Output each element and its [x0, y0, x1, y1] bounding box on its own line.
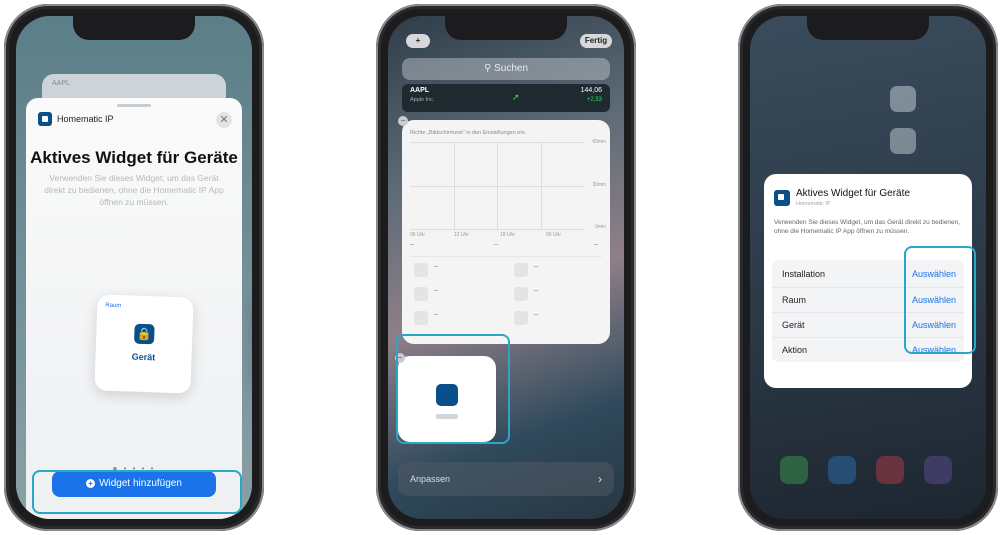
dock-icon-blur: [924, 456, 952, 484]
x-label: 18 Uhr: [500, 232, 516, 238]
remove-widget-icon[interactable]: −: [398, 116, 408, 126]
app-usage-list: -- -- -- -- -- --: [410, 256, 602, 337]
usage-dash: --: [534, 288, 538, 294]
x-label: 12 Uhr: [454, 232, 470, 238]
stock-sparkline-icon: ➚: [512, 92, 520, 102]
widget-gallery-sheet: Homematic IP ✕ Aktives Widget für Geräte…: [26, 98, 242, 519]
app-placeholder-icon: [414, 287, 428, 301]
add-widget-plus-button[interactable]: +: [406, 34, 430, 48]
row-label: Aktion: [782, 345, 808, 355]
dock-icon-blur: [780, 456, 808, 484]
customize-label: Anpassen: [410, 474, 451, 484]
usage-dash: --: [434, 288, 438, 294]
stock-symbol: AAPL: [410, 87, 430, 94]
y-label: 0min: [595, 224, 606, 230]
card-room-label: Raum: [105, 302, 122, 310]
card-device-label: Gerät: [131, 351, 156, 363]
widget-preview-card[interactable]: Raum 🔒 Gerät: [94, 294, 194, 394]
notch: [445, 16, 567, 40]
graph-area: [410, 142, 584, 230]
x-label: 00 Uhr: [546, 232, 562, 238]
done-button[interactable]: Fertig: [580, 34, 612, 48]
lock-icon: 🔒: [134, 323, 155, 345]
highlight-select-buttons: [904, 246, 976, 354]
dock-icon-blur: [876, 456, 904, 484]
placeholder-dash: --: [594, 242, 598, 248]
placeholder-dash: --: [410, 242, 414, 248]
close-button[interactable]: ✕: [216, 112, 232, 128]
y-label: 30min: [592, 182, 606, 188]
grid-line: [453, 143, 455, 229]
chevron-right-icon: ›: [598, 472, 602, 486]
app-placeholder-icon: [414, 263, 428, 277]
placeholder-dash: --: [494, 242, 498, 248]
dialog-subtitle: Homematic IP: [796, 201, 831, 207]
usage-dash: --: [534, 312, 538, 318]
dialog-title: Aktives Widget für Geräte: [796, 188, 910, 199]
app-placeholder-icon: [514, 263, 528, 277]
dock-icon-blur: [828, 456, 856, 484]
app-name: Homematic IP: [57, 114, 114, 124]
grid-line: [540, 143, 542, 229]
row-label: Raum: [782, 295, 807, 305]
usage-dash: --: [434, 264, 438, 270]
usage-dash: --: [534, 264, 538, 270]
phone-configure-widget: Aktives Widget für Geräte Homematic IP V…: [738, 4, 998, 531]
search-placeholder: Suchen: [494, 63, 529, 74]
stock-price: 144,06: [580, 87, 602, 94]
app-placeholder-icon: [514, 287, 528, 301]
customize-button[interactable]: Anpassen ›: [398, 462, 614, 496]
highlight-add-button: [32, 470, 242, 514]
dialog-description: Verwenden Sie dieses Widget, um das Gerä…: [774, 219, 961, 235]
phone-add-widget: AAPL Homematic IP ✕ Aktives Widget für G…: [4, 4, 264, 531]
stocks-widget[interactable]: AAPL Apple Inc. ➚ 144,06 +2,53: [402, 84, 610, 112]
homematic-app-icon: [774, 190, 790, 206]
usage-dash: --: [434, 312, 438, 318]
home-icon-blur: [890, 128, 916, 154]
peek-text: AAPL: [52, 80, 70, 87]
graph-note: Richte „Bildschirmzeit“ in den Einstellu…: [410, 130, 527, 136]
stock-change: +2,53: [586, 97, 602, 103]
stock-company: Apple Inc.: [410, 97, 435, 103]
row-label: Gerät: [782, 320, 805, 330]
row-label: Installation: [782, 269, 826, 279]
x-label: 06 Uhr: [410, 232, 426, 238]
phone-screen: AAPL Homematic IP ✕ Aktives Widget für G…: [16, 16, 252, 519]
app-placeholder-icon: [414, 311, 428, 325]
search-input[interactable]: ⚲ Suchen: [402, 58, 610, 80]
grid-line: [497, 143, 498, 229]
app-placeholder-icon: [514, 311, 528, 325]
phone-edit-widgets: + Fertig ⚲ Suchen AAPL Apple Inc. ➚ 144,…: [376, 4, 636, 531]
highlight-small-widget: [396, 334, 510, 444]
widget-title: Aktives Widget für Geräte: [30, 148, 238, 167]
screen-time-widget[interactable]: − Richte „Bildschirmzeit“ in den Einstel…: [398, 116, 610, 344]
home-icon-blur: [890, 86, 916, 112]
homematic-app-icon: [38, 112, 52, 126]
sheet-grabber[interactable]: [117, 104, 151, 107]
search-icon: ⚲: [483, 63, 492, 74]
y-label: 60min: [592, 139, 606, 145]
notch: [73, 16, 195, 40]
widget-description: Verwenden Sie dieses Widget, um das Gerä…: [44, 173, 224, 207]
notch: [807, 16, 929, 40]
